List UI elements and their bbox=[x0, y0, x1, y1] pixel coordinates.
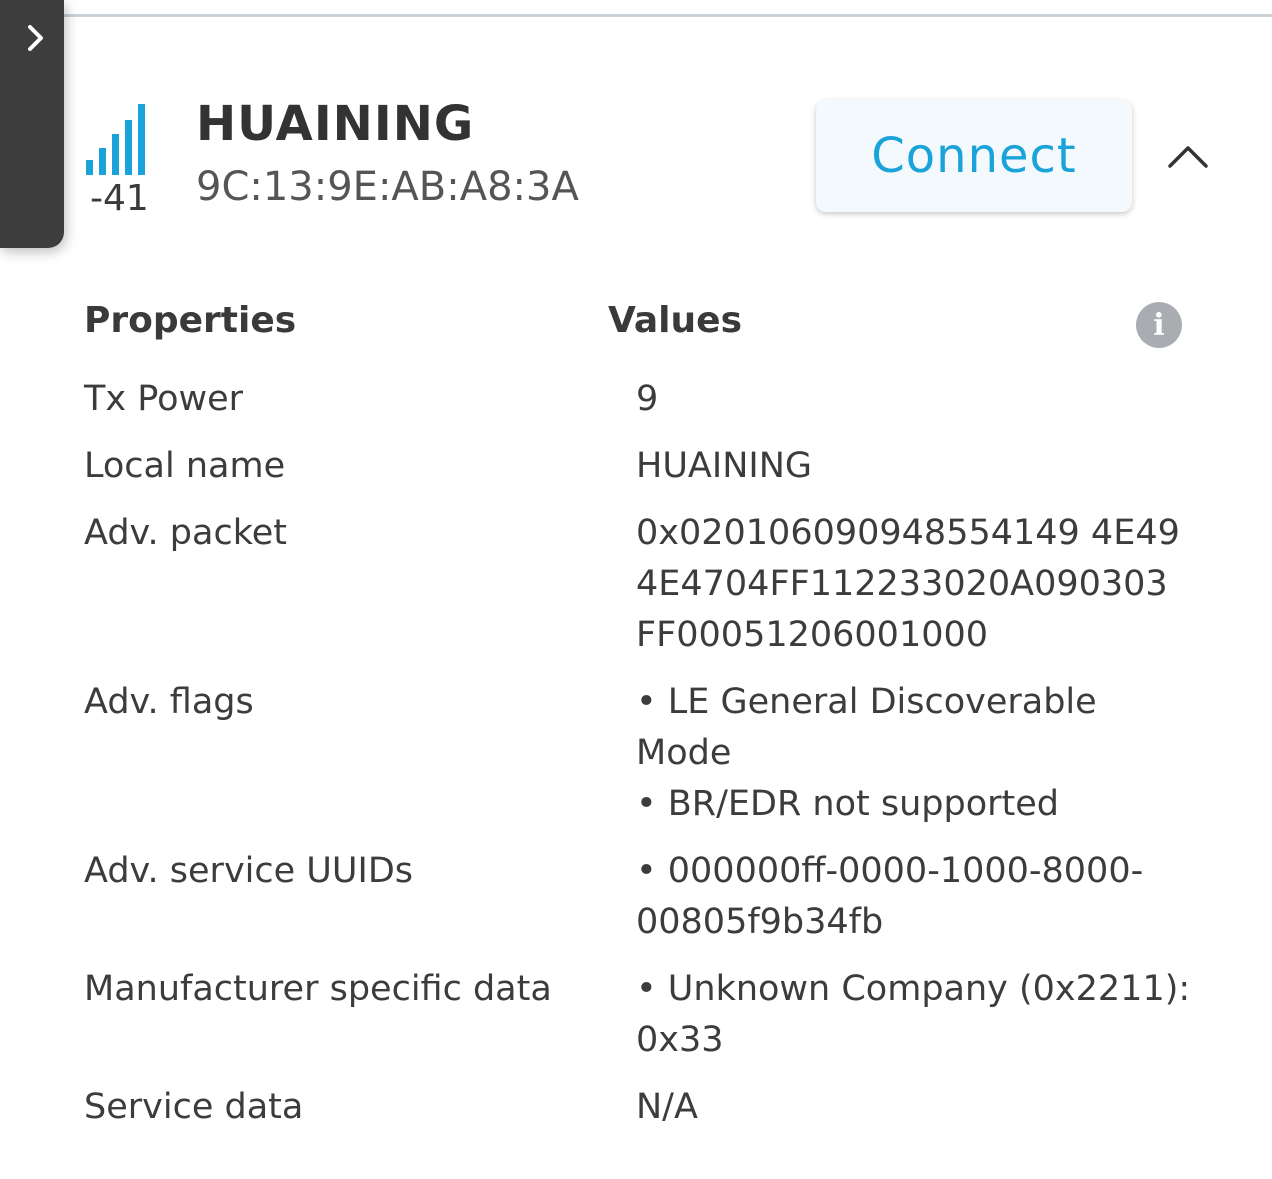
chevron-up-icon[interactable] bbox=[1164, 136, 1212, 176]
value-line: • BR/EDR not supported bbox=[636, 784, 1059, 824]
property-value: • LE General Discoverable Mode • BR/EDR … bbox=[636, 677, 1196, 830]
chevron-right-icon bbox=[28, 25, 43, 51]
property-label: Service data bbox=[84, 1087, 304, 1127]
property-value: 0x020106090948554149 4E49 4E4704FF112233… bbox=[636, 508, 1196, 661]
values-column-header: Values bbox=[608, 300, 742, 341]
value-line: • Unknown Company (0x2211): bbox=[636, 969, 1191, 1009]
property-value: • Unknown Company (0x2211): 0x33 bbox=[636, 964, 1196, 1066]
property-label: Adv. packet bbox=[84, 513, 287, 553]
value-line: 0x020106090948554149 4E49 bbox=[636, 513, 1180, 553]
property-label: Manufacturer specific data bbox=[84, 969, 552, 1009]
value-line: Mode bbox=[636, 733, 732, 773]
value-line: 4E4704FF112233020A090303 bbox=[636, 564, 1168, 604]
value-line: • 000000ff-0000-1000-8000- bbox=[636, 851, 1144, 891]
top-divider bbox=[64, 14, 1272, 17]
signal-strength-bars-icon bbox=[86, 104, 145, 175]
value-line: 0x33 bbox=[636, 1020, 724, 1060]
device-mac-address: 9C:13:9E:AB:A8:3A bbox=[196, 164, 579, 210]
properties-column-header: Properties bbox=[84, 300, 297, 341]
value-line: • LE General Discoverable bbox=[636, 682, 1097, 722]
properties-table-header: Properties Values i bbox=[84, 300, 1184, 350]
sidebar-toggle-button[interactable] bbox=[0, 0, 64, 248]
device-name: HUAINING bbox=[196, 96, 475, 152]
info-icon[interactable]: i bbox=[1136, 302, 1182, 348]
value-line: 00805f9b34fb bbox=[636, 902, 884, 942]
value-line: FF00051206001000 bbox=[636, 615, 989, 655]
property-value: • 000000ff-0000-1000-8000- 00805f9b34fb bbox=[636, 846, 1196, 948]
property-label: Adv. service UUIDs bbox=[84, 851, 414, 891]
property-label: Adv. flags bbox=[84, 682, 254, 722]
property-label: Tx Power bbox=[84, 379, 244, 419]
property-value: 9 bbox=[636, 379, 659, 419]
device-header: -41 HUAINING 9C:13:9E:AB:A8:3A Connect bbox=[84, 96, 1224, 226]
property-value: HUAINING bbox=[636, 446, 813, 486]
property-label: Local name bbox=[84, 446, 286, 486]
rssi-value: -41 bbox=[90, 178, 149, 219]
device-detail-page: -41 HUAINING 9C:13:9E:AB:A8:3A Connect P… bbox=[0, 0, 1272, 1179]
property-value: N/A bbox=[636, 1087, 698, 1127]
connect-button[interactable]: Connect bbox=[816, 100, 1132, 212]
